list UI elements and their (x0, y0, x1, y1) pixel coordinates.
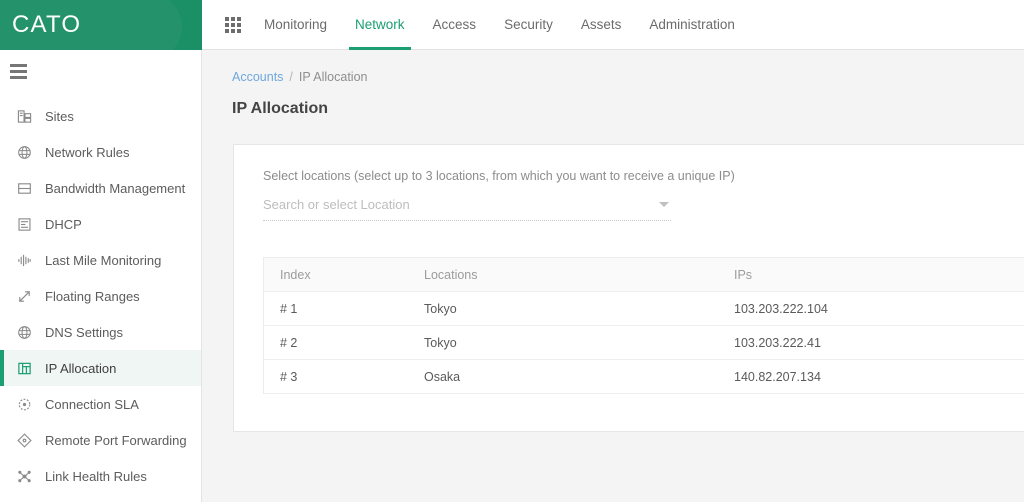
sidebar-toggle-button[interactable] (0, 50, 201, 92)
table-row[interactable]: # 3 Osaka 140.82.207.134 (264, 360, 1024, 394)
tab-assets[interactable]: Assets (567, 0, 636, 50)
sidebar-item-bandwidth-management[interactable]: Bandwidth Management (0, 170, 201, 206)
cell-location: Tokyo (424, 335, 457, 350)
tab-monitoring-label: Monitoring (264, 17, 328, 32)
sidebar-item-ip-allocation-label: IP Allocation (45, 360, 117, 376)
column-header-index: Index (280, 267, 311, 282)
bandwidth-icon (16, 180, 33, 197)
table-row[interactable]: # 2 Tokyo 103.203.222.41 (264, 326, 1024, 360)
page-title: IP Allocation (232, 100, 329, 117)
select-locations-label: Select locations (select up to 3 locatio… (263, 169, 735, 183)
location-select[interactable]: Search or select Location (263, 197, 671, 221)
sidebar-menu: Sites Network Rules Bandwidth Management… (0, 92, 201, 494)
tab-security[interactable]: Security (490, 0, 567, 50)
diamond-icon (16, 432, 33, 449)
ip-allocation-icon (16, 360, 33, 377)
sidebar-item-last-mile-monitoring[interactable]: Last Mile Monitoring (0, 242, 201, 278)
tab-access[interactable]: Access (419, 0, 491, 50)
globe-icon (16, 324, 33, 341)
cell-location: Tokyo (424, 301, 457, 316)
sites-icon (16, 108, 33, 125)
sidebar-item-remote-port-forwarding-label: Remote Port Forwarding (45, 432, 187, 448)
breadcrumb: Accounts / IP Allocation (202, 50, 1024, 84)
breadcrumb-separator: / (289, 70, 293, 84)
table-row[interactable]: # 1 Tokyo 103.203.222.104 (264, 292, 1024, 326)
target-icon (16, 396, 33, 413)
top-bar: CATO Monitoring Network Access Security … (0, 0, 1024, 50)
sidebar-item-connection-sla[interactable]: Connection SLA (0, 386, 201, 422)
top-navigation: Monitoring Network Access Security Asset… (202, 0, 1024, 50)
sidebar-item-dhcp-label: DHCP (45, 216, 82, 232)
tab-assets-label: Assets (580, 17, 622, 32)
cell-ip: 103.203.222.41 (734, 335, 821, 350)
chevron-down-icon (659, 202, 669, 207)
cell-ip: 140.82.207.134 (734, 369, 821, 384)
cell-ip: 103.203.222.104 (734, 301, 828, 316)
sidebar-item-sites-label: Sites (45, 108, 74, 124)
apps-grid-icon[interactable] (216, 0, 250, 50)
expand-arrows-icon (16, 288, 33, 305)
sidebar-item-remote-port-forwarding[interactable]: Remote Port Forwarding (0, 422, 201, 458)
cell-index: # 2 (280, 335, 298, 350)
column-header-locations: Locations (424, 267, 478, 282)
sidebar: Sites Network Rules Bandwidth Management… (0, 50, 202, 502)
breadcrumb-accounts-link[interactable]: Accounts (232, 70, 283, 84)
tab-administration[interactable]: Administration (635, 0, 749, 50)
sidebar-item-dns-settings-label: DNS Settings (45, 324, 124, 340)
dhcp-list-icon (16, 216, 33, 233)
sidebar-item-floating-ranges[interactable]: Floating Ranges (0, 278, 201, 314)
sidebar-item-network-rules-label: Network Rules (45, 144, 130, 160)
ip-allocation-table: Index Locations IPs # 1 Tokyo 103.203.22… (263, 257, 1024, 394)
sidebar-item-bandwidth-management-label: Bandwidth Management (45, 180, 186, 196)
tab-monitoring[interactable]: Monitoring (250, 0, 341, 50)
breadcrumb-current: IP Allocation (298, 70, 368, 84)
cell-location: Osaka (424, 369, 461, 384)
tab-administration-label: Administration (649, 17, 735, 32)
hamburger-icon (10, 63, 27, 79)
sidebar-item-last-mile-monitoring-label: Last Mile Monitoring (45, 252, 162, 268)
globe-icon (16, 144, 33, 161)
sidebar-item-connection-sla-label: Connection SLA (45, 396, 139, 412)
waveform-icon (16, 252, 33, 269)
sidebar-item-link-health-rules[interactable]: Link Health Rules (0, 458, 201, 494)
sidebar-item-link-health-rules-label: Link Health Rules (45, 468, 147, 484)
sidebar-item-network-rules[interactable]: Network Rules (0, 134, 201, 170)
sidebar-item-dhcp[interactable]: DHCP (0, 206, 201, 242)
tab-access-label: Access (432, 17, 477, 32)
sidebar-item-sites[interactable]: Sites (0, 98, 201, 134)
cell-index: # 3 (280, 369, 298, 384)
table-header-row: Index Locations IPs (264, 258, 1024, 292)
cell-index: # 1 (280, 301, 298, 316)
location-select-placeholder: Search or select Location (263, 197, 410, 212)
tab-security-label: Security (504, 17, 553, 32)
sidebar-item-ip-allocation[interactable]: IP Allocation (0, 350, 201, 386)
brand-name: CATO (12, 11, 82, 38)
brand-logo[interactable]: CATO (0, 0, 202, 50)
column-header-ips: IPs (734, 267, 753, 282)
tab-network-label: Network (355, 17, 405, 32)
sidebar-item-dns-settings[interactable]: DNS Settings (0, 314, 201, 350)
network-nodes-icon (16, 468, 33, 485)
content-area: Accounts / IP Allocation IP Allocation S… (202, 50, 1024, 502)
app-root: CATO Monitoring Network Access Security … (0, 0, 1024, 502)
ip-allocation-card: Select locations (select up to 3 locatio… (233, 144, 1024, 432)
tab-network[interactable]: Network (341, 0, 419, 50)
sidebar-item-floating-ranges-label: Floating Ranges (45, 288, 140, 304)
grid-icon-glyph (225, 16, 241, 33)
